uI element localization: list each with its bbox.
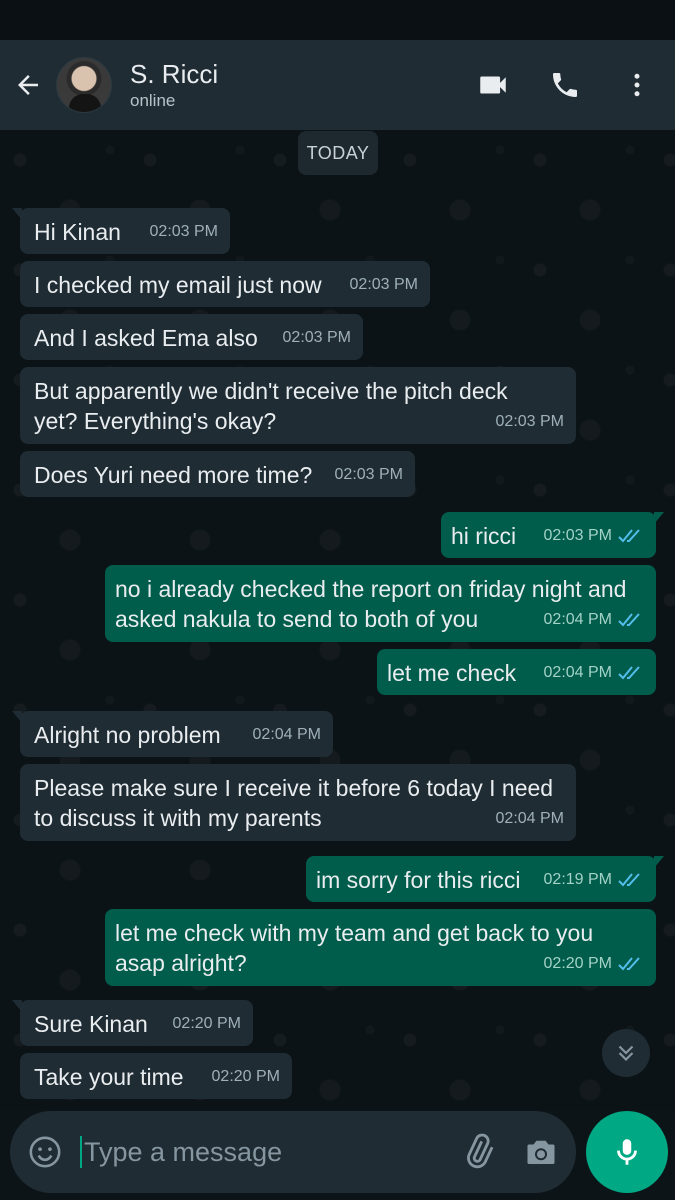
camera-button[interactable] xyxy=(506,1134,576,1170)
message-meta: 02:03 PM xyxy=(544,521,644,551)
message-bubble-incoming[interactable]: Take your time 02:20 PM xyxy=(20,1053,292,1099)
microphone-icon xyxy=(617,1139,637,1165)
avatar[interactable] xyxy=(56,57,112,113)
message-time: 02:03 PM xyxy=(495,413,564,430)
emoji-button[interactable] xyxy=(10,1135,80,1169)
message-time: 02:19 PM xyxy=(543,871,612,888)
message-time: 02:03 PM xyxy=(334,466,403,483)
message-bubble-incoming[interactable]: Does Yuri need more time? 02:03 PM xyxy=(20,451,415,497)
voice-call-button[interactable] xyxy=(541,61,589,109)
message-time: 02:20 PM xyxy=(211,1068,280,1085)
message-time: 02:03 PM xyxy=(543,527,612,544)
message-time: 02:03 PM xyxy=(349,276,418,293)
message-bubble-incoming[interactable]: Hi Kinan 02:03 PM xyxy=(12,208,230,254)
chevron-double-down-icon xyxy=(618,1045,634,1062)
message-time: 02:04 PM xyxy=(543,664,612,681)
date-chip: TODAY xyxy=(298,131,378,175)
double-check-icon xyxy=(618,529,640,543)
message-time: 02:04 PM xyxy=(543,611,612,628)
double-check-icon xyxy=(618,666,640,680)
arrow-left-icon xyxy=(18,75,38,95)
voice-message-button[interactable] xyxy=(586,1111,668,1193)
double-check-icon xyxy=(618,873,640,887)
message-bubble-outgoing[interactable]: let me check 02:04 PM xyxy=(377,649,656,695)
chat-header: S. Ricci online xyxy=(0,40,675,130)
message-meta: 02:04 PM xyxy=(544,658,644,688)
message-bubble-incoming[interactable]: Please make sure I receive it before 6 t… xyxy=(20,764,576,841)
video-call-button[interactable] xyxy=(469,61,517,109)
more-vertical-icon xyxy=(634,73,640,97)
message-bubble-incoming[interactable]: I checked my email just now 02:03 PM xyxy=(20,261,430,307)
message-meta: 02:04 PM xyxy=(544,605,644,635)
more-options-button[interactable] xyxy=(613,61,661,109)
attach-button[interactable] xyxy=(450,1133,506,1171)
phone-icon xyxy=(553,73,577,97)
message-bubble-outgoing[interactable]: let me check with my team and get back t… xyxy=(105,909,656,986)
emoji-icon xyxy=(29,1136,61,1168)
double-check-icon xyxy=(618,613,640,627)
message-time: 02:03 PM xyxy=(282,329,351,346)
status-bar xyxy=(0,0,675,40)
message-text: But apparently we didn't receive the pit… xyxy=(34,378,508,434)
contact-status: online xyxy=(130,91,176,110)
message-time: 02:03 PM xyxy=(149,223,218,240)
text-cursor xyxy=(80,1136,82,1168)
camera-icon xyxy=(527,1140,555,1164)
message-time: 02:20 PM xyxy=(172,1015,241,1032)
scroll-to-bottom-button[interactable] xyxy=(602,1029,650,1077)
message-time: 02:20 PM xyxy=(543,955,612,972)
message-text: Please make sure I receive it before 6 t… xyxy=(34,775,554,831)
back-button[interactable] xyxy=(0,40,56,130)
paperclip-icon xyxy=(467,1133,494,1169)
message-time: 02:04 PM xyxy=(495,810,564,827)
message-bubble-incoming[interactable]: And I asked Ema also 02:03 PM xyxy=(20,314,363,360)
double-check-icon xyxy=(618,957,640,971)
video-camera-icon xyxy=(480,76,506,94)
message-bubble-incoming[interactable]: Alright no problem 02:04 PM xyxy=(12,711,333,757)
message-bubble-incoming[interactable]: Sure Kinan 02:20 PM xyxy=(12,1000,253,1046)
message-bubble-outgoing[interactable]: no i already checked the report on frida… xyxy=(105,565,656,642)
message-meta: 02:20 PM xyxy=(544,949,644,979)
message-meta: 02:19 PM xyxy=(544,865,644,895)
message-bubble-outgoing[interactable]: im sorry for this ricci 02:19 PM xyxy=(306,856,664,902)
contact-info[interactable]: S. Ricci online xyxy=(130,58,218,112)
message-bubble-outgoing[interactable]: hi ricci 02:03 PM xyxy=(441,512,664,558)
message-bubble-incoming[interactable]: But apparently we didn't receive the pit… xyxy=(20,367,576,444)
message-composer xyxy=(10,1111,576,1193)
message-input[interactable] xyxy=(84,1127,450,1177)
message-time: 02:04 PM xyxy=(252,726,321,743)
contact-name: S. Ricci xyxy=(130,59,219,89)
